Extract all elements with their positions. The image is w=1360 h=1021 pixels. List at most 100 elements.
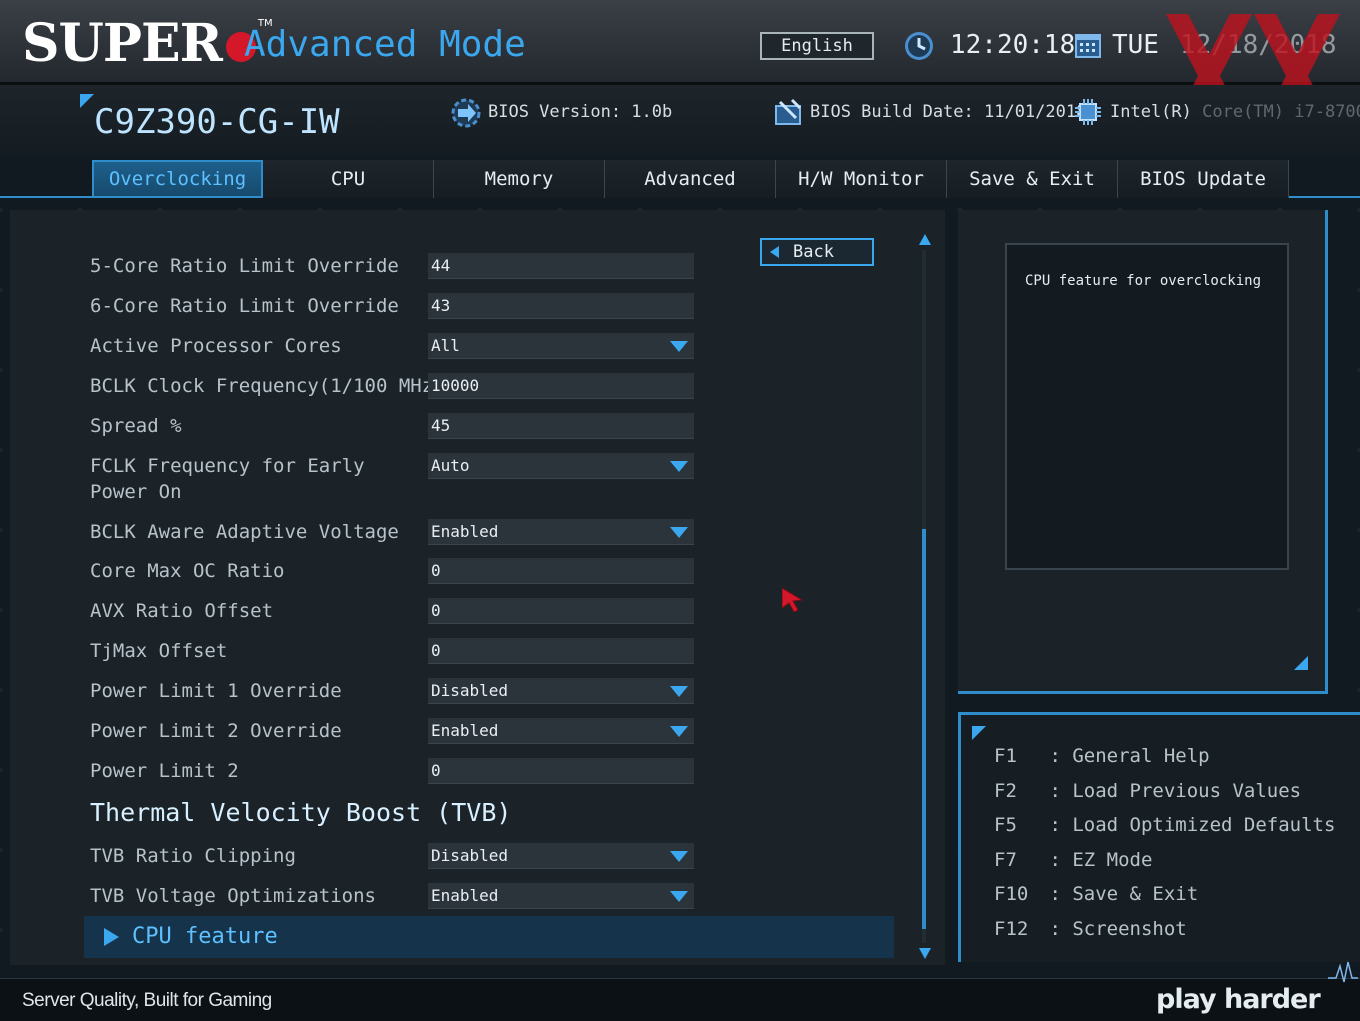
setting-value-input[interactable]: 45: [428, 413, 694, 439]
setting-label: 6-Core Ratio Limit Override: [90, 295, 399, 317]
scroll-thumb[interactable]: [922, 529, 926, 929]
supermicro-logo: SUPER TM: [22, 18, 273, 74]
dropdown-arrow-icon: [670, 527, 688, 538]
dropdown-arrow-icon: [670, 726, 688, 737]
select-value: Auto: [431, 456, 470, 475]
hotkey-action: Screenshot: [1072, 918, 1187, 940]
tab-cpu[interactable]: CPU: [263, 160, 434, 198]
help-description-box: CPU feature for overclocking: [1005, 243, 1289, 570]
board-model: C9Z390-CG-IW: [94, 102, 340, 142]
hotkey-action: Load Optimized Defaults: [1072, 814, 1336, 836]
setting-label: FCLK Frequency for Early Power On: [90, 455, 365, 503]
hotkey-action: General Help: [1072, 745, 1210, 767]
mode-title: Advanced Mode: [244, 24, 526, 65]
select-value: Enabled: [431, 721, 499, 740]
select-value: Enabled: [431, 886, 499, 905]
footer-brand-logo: play harder: [1156, 984, 1321, 1015]
hotkey-separator: :: [1038, 745, 1073, 767]
setting-value-select[interactable]: Disabled: [428, 678, 694, 704]
hotkey-key: F2: [994, 780, 1017, 802]
back-label: Back: [793, 242, 834, 262]
help-text: CPU feature for overclocking: [1025, 273, 1262, 289]
settings-panel: 5-Core Ratio Limit Override 44 6-Core Ra…: [10, 210, 945, 965]
submenu-label: CPU feature: [132, 924, 278, 949]
setting-value-input[interactable]: 0: [428, 758, 694, 784]
language-select[interactable]: English: [760, 32, 874, 60]
select-value: All: [431, 336, 460, 355]
tab-save-exit[interactable]: Save & Exit: [947, 160, 1118, 198]
setting-label: Power Limit 1 Override: [90, 680, 342, 702]
scrollbar[interactable]: [918, 234, 931, 959]
hotkey-key: F5: [994, 814, 1017, 836]
back-arrow-icon: [770, 246, 779, 258]
hotkey-row: F7 : EZ Mode: [994, 849, 1152, 871]
setting-label: Spread %: [90, 415, 182, 437]
setting-label: Power Limit 2: [90, 760, 239, 782]
tab-bios-update[interactable]: BIOS Update: [1118, 160, 1289, 198]
corner-accent: [80, 94, 94, 108]
cpu-chip-icon: [1075, 99, 1101, 125]
hotkey-row: F12 : Screenshot: [994, 918, 1187, 940]
setting-value-select[interactable]: Enabled: [428, 883, 694, 909]
hotkey-separator: :: [1038, 849, 1073, 871]
corner-accent: [972, 726, 986, 740]
setting-label: TVB Voltage Optimizations: [90, 885, 376, 907]
submenu-cpu-feature[interactable]: CPU feature: [84, 916, 894, 958]
setting-value-input[interactable]: 10000: [428, 373, 694, 399]
setting-label: Core Max OC Ratio: [90, 560, 285, 582]
scroll-down-arrow-icon[interactable]: [919, 948, 931, 959]
select-value: Enabled: [431, 522, 499, 541]
hotkey-key: F10: [994, 883, 1029, 905]
hotkey-row: F5 : Load Optimized Defaults: [994, 814, 1335, 836]
bios-build-icon: [775, 98, 802, 125]
tab-advanced[interactable]: Advanced: [605, 160, 776, 198]
hotkey-key: F1: [994, 745, 1017, 767]
logo-text: SUPER: [22, 13, 223, 74]
heartbeat-icon: [1328, 961, 1358, 983]
bios-version: BIOS Version: 1.0b: [488, 102, 673, 122]
bios-version-icon: [451, 98, 481, 128]
hotkey-action: EZ Mode: [1072, 849, 1153, 871]
select-value: Disabled: [431, 681, 509, 700]
setting-value-select[interactable]: Auto: [428, 453, 694, 479]
tab-hw-monitor[interactable]: H/W Monitor: [776, 160, 947, 198]
setting-value-input[interactable]: 0: [428, 598, 694, 624]
section-title-tvb: Thermal Velocity Boost (TVB): [90, 798, 512, 827]
setting-value-input[interactable]: 0: [428, 638, 694, 664]
clock-day: TUE: [1112, 30, 1159, 60]
hotkey-key: F7: [994, 849, 1017, 871]
hotkey-action: Save & Exit: [1072, 883, 1199, 905]
hotkey-separator: :: [1038, 918, 1073, 940]
setting-value-input[interactable]: 0: [428, 558, 694, 584]
dropdown-arrow-icon: [670, 891, 688, 902]
hotkey-separator: :: [1038, 780, 1073, 802]
setting-value-select[interactable]: Disabled: [428, 843, 694, 869]
hotkey-action: Load Previous Values: [1072, 780, 1302, 802]
setting-value-select[interactable]: Enabled: [428, 519, 694, 545]
hotkey-separator: :: [1038, 814, 1073, 836]
setting-label: TjMax Offset: [90, 640, 228, 662]
cpu-name-visible: Intel(R): [1110, 102, 1192, 122]
mouse-cursor-icon: [782, 588, 804, 612]
dropdown-arrow-icon: [670, 686, 688, 697]
scroll-up-arrow-icon[interactable]: [919, 234, 931, 245]
dropdown-arrow-icon: [670, 851, 688, 862]
tab-memory[interactable]: Memory: [434, 160, 605, 198]
clock-time: 12:20:18: [950, 30, 1076, 60]
setting-value-select[interactable]: Enabled: [428, 718, 694, 744]
cpu-name: Intel(R) Core(TM) i7-8700K: [1110, 102, 1360, 122]
setting-label: AVX Ratio Offset: [90, 600, 274, 622]
hotkey-separator: :: [1038, 883, 1073, 905]
select-value: Disabled: [431, 846, 509, 865]
submenu-arrow-icon: [104, 928, 119, 946]
hotkey-key: F12: [994, 918, 1029, 940]
setting-value-input[interactable]: 44: [428, 253, 694, 279]
calendar-icon: [1075, 34, 1101, 58]
tab-overclocking[interactable]: Overclocking: [92, 160, 263, 198]
back-button[interactable]: Back: [760, 238, 874, 266]
setting-label: Active Processor Cores: [90, 335, 342, 357]
setting-value-input[interactable]: 43: [428, 293, 694, 319]
hotkey-row: F10 : Save & Exit: [994, 883, 1198, 905]
corner-accent: [1294, 656, 1308, 670]
setting-value-select[interactable]: All: [428, 333, 694, 359]
